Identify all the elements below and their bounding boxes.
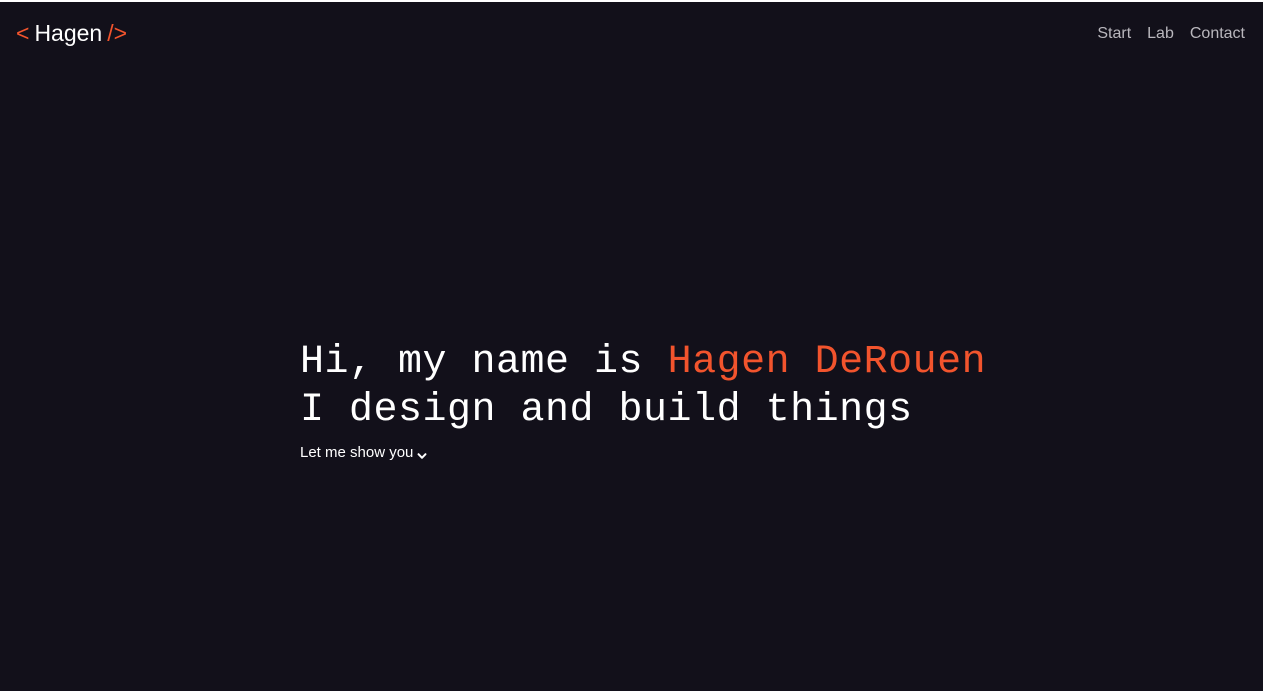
- logo-name: Hagen: [34, 20, 103, 46]
- site-header: < Hagen/> Start Lab Contact: [0, 2, 1263, 64]
- chevron-down-icon: [417, 448, 427, 459]
- hero-greeting: Hi, my name is Hagen DeRouen: [300, 339, 986, 387]
- show-more-link[interactable]: Let me show you: [300, 444, 427, 462]
- hero-greeting-prefix: Hi, my name is: [300, 340, 668, 385]
- hero-section: Hi, my name is Hagen DeRouen I design an…: [300, 339, 986, 462]
- nav-link-lab[interactable]: Lab: [1147, 24, 1174, 44]
- site-logo[interactable]: < Hagen/>: [16, 20, 127, 46]
- hero-name: Hagen DeRouen: [667, 340, 987, 385]
- show-more-label: Let me show you: [300, 444, 414, 461]
- logo-bracket-open: <: [16, 20, 30, 46]
- main-nav: Start Lab Contact: [1097, 24, 1245, 44]
- nav-link-contact[interactable]: Contact: [1190, 24, 1245, 44]
- hero-tagline: I design and build things: [300, 388, 913, 433]
- logo-bracket-close: />: [107, 20, 128, 46]
- nav-link-start[interactable]: Start: [1097, 24, 1131, 44]
